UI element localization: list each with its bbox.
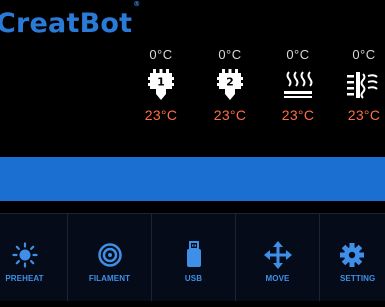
- bed-current: 23°C: [281, 107, 315, 123]
- usb-label: USB: [184, 274, 203, 283]
- chamber-target: 0°C: [352, 47, 376, 62]
- extruder-1-number: 1: [157, 76, 165, 89]
- logo-initial: C: [0, 8, 17, 39]
- main-menu: PREHEAT FILAMENT USB MOVE SETTING: [0, 213, 385, 302]
- chamber-temp[interactable]: 0°C 23°C: [334, 47, 385, 123]
- preheat-button[interactable]: PREHEAT: [0, 214, 68, 302]
- chamber-heater-icon: [334, 65, 385, 105]
- screen-bottom-edge: [0, 301, 385, 307]
- extruder-2-target: 0°C: [218, 47, 242, 62]
- preheat-label: PREHEAT: [5, 274, 44, 283]
- heated-bed-icon: [268, 65, 328, 105]
- bed-temp[interactable]: 0°C 23°C: [268, 47, 328, 123]
- creatbot-logo: CreatBot®: [0, 1, 140, 39]
- extruder-2-temp[interactable]: 0°C 2 23°C: [200, 47, 260, 123]
- filament-spool-icon: [68, 242, 151, 268]
- extruder-2-icon: 2: [200, 65, 260, 105]
- usb-button[interactable]: USB: [152, 214, 236, 302]
- sun-icon: [0, 242, 67, 268]
- status-bar: [0, 157, 385, 201]
- registered-mark: ®: [133, 0, 141, 8]
- extruder-2-current: 23°C: [213, 107, 247, 123]
- filament-button[interactable]: FILAMENT: [68, 214, 152, 302]
- setting-label: SETTING: [340, 274, 376, 283]
- filament-label: FILAMENT: [88, 274, 131, 283]
- setting-button[interactable]: SETTING: [320, 214, 385, 302]
- extruder-1-target: 0°C: [149, 47, 173, 62]
- chamber-current: 23°C: [347, 107, 381, 123]
- gear-icon: [320, 242, 385, 268]
- move-arrows-icon: [236, 241, 319, 269]
- extruder-1-temp[interactable]: 0°C 1 23°C: [131, 47, 191, 123]
- extruder-1-icon: 1: [131, 65, 191, 105]
- extruder-1-current: 23°C: [144, 107, 178, 123]
- printer-screen: CreatBot® 0°C 1 23°C 0°C 2 23°C 0°C 23°C…: [0, 0, 385, 307]
- bed-target: 0°C: [286, 47, 310, 62]
- usb-icon: [152, 241, 235, 268]
- move-button[interactable]: MOVE: [236, 214, 320, 302]
- move-label: MOVE: [265, 274, 290, 283]
- extruder-2-number: 2: [226, 76, 234, 89]
- logo-text: reatBot: [16, 8, 133, 39]
